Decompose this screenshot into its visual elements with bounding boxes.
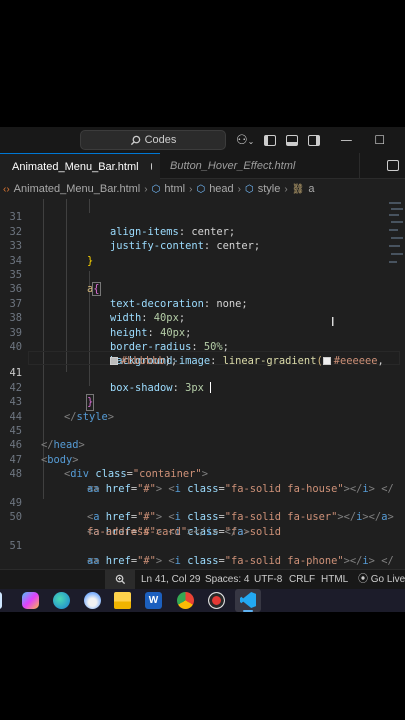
search-icon: [130, 135, 140, 145]
status-bar: Ln 41, Col 29 Spaces: 4 UTF-8 CRLF HTML …: [0, 569, 405, 590]
tab-animated-menu-bar[interactable]: Animated_Menu_Bar.html: [0, 153, 160, 179]
word-icon[interactable]: W: [145, 592, 162, 609]
selector-icon: ⛓: [291, 183, 305, 195]
code-line: 32 justify-content: center;: [0, 210, 405, 252]
code-line: 34: [0, 239, 405, 267]
chevron-right-icon: ›: [284, 183, 288, 195]
element-icon: ⬡: [196, 183, 206, 195]
code-line: 44: [0, 395, 405, 423]
code-line: fa-address-card"></i> </a>: [0, 510, 405, 538]
code-line: 39 border-radius: 50%;: [0, 311, 405, 353]
command-center-search[interactable]: Codes: [80, 130, 226, 150]
breadcrumb-item[interactable]: style: [258, 183, 281, 195]
code-line: 45 </head>: [0, 410, 405, 451]
cursor-position[interactable]: Ln 41, Col 29: [141, 570, 201, 590]
chevron-right-icon: ›: [189, 183, 193, 195]
tab-label: Animated_Menu_Bar.html: [12, 160, 139, 173]
vscode-icon: [240, 592, 256, 608]
breadcrumb-item[interactable]: a: [308, 183, 314, 195]
start-icon[interactable]: [0, 592, 2, 609]
vscode-window: Codes ⚇⌄ — ☐ Animated_Menu_Bar.html Butt…: [0, 127, 405, 612]
layout-controls: ⚇⌄ — ☐: [236, 127, 385, 153]
copilot-icon[interactable]: ⚇⌄: [236, 133, 254, 148]
code-line: 33 }: [0, 225, 405, 266]
broadcast-icon: ⦿: [358, 574, 368, 585]
code-line: 52 </div>: [0, 554, 405, 595]
code-line: 46 <body>: [0, 424, 405, 465]
edge-icon[interactable]: [53, 592, 70, 609]
line-ending[interactable]: CRLF: [289, 570, 315, 590]
windows-taskbar: W: [0, 589, 405, 612]
code-line: 43 </style>: [0, 381, 405, 422]
paint-icon[interactable]: [84, 592, 101, 609]
encoding[interactable]: UTF-8: [254, 570, 282, 590]
code-line: 42 }: [0, 366, 405, 411]
vscode-taskbar-button[interactable]: [235, 589, 261, 612]
code-line: 49 <a href="#"> <i class="fa-solid fa-us…: [0, 482, 405, 523]
element-icon: ⬡: [245, 183, 254, 195]
toggle-sidebar-icon[interactable]: [264, 134, 277, 146]
editor-tabs: Animated_Menu_Bar.html Button_Hover_Effe…: [0, 153, 405, 179]
minimize-button[interactable]: —: [340, 133, 352, 147]
element-icon: ⬡: [151, 183, 161, 195]
modified-dot-icon[interactable]: [150, 163, 152, 170]
code-line: 50 <a href="#"> <i class="fa-solid: [0, 496, 405, 537]
file-explorer-icon[interactable]: [114, 592, 131, 609]
chrome-icon[interactable]: [177, 592, 194, 609]
recorder-icon[interactable]: [208, 592, 225, 609]
code-line: 40 background-image: linear-gradient(#ee…: [0, 326, 405, 367]
chevron-right-icon: ›: [237, 183, 242, 195]
split-editor-icon[interactable]: [387, 160, 399, 171]
maximize-button[interactable]: ☐: [374, 133, 385, 147]
go-live-button[interactable]: ⦿ Go Live: [358, 570, 405, 590]
toggle-secondary-sidebar-icon[interactable]: [308, 134, 321, 146]
go-live-label: Go Live: [370, 574, 405, 585]
search-label: Codes: [144, 134, 177, 146]
code-line: 31 align-items: center;: [0, 196, 405, 237]
code-editor[interactable]: 31 align-items: center; 32 justify-conte…: [0, 196, 405, 595]
breadcrumb-item[interactable]: head: [209, 183, 233, 195]
code-line: 48 <a href="#"> <i class="fa-solid fa-ho…: [0, 453, 405, 494]
code-line: 41 box-shadow: 3px: [0, 352, 405, 394]
breadcrumb-item[interactable]: Animated_Menu_Bar.html: [14, 183, 141, 195]
title-bar: Codes ⚇⌄ — ☐: [0, 127, 405, 153]
code-line: 51 <a href="#"> <i class="fa-solid fa-ph…: [0, 525, 405, 566]
active-indicator: [243, 610, 253, 612]
code-line: a>: [0, 539, 405, 567]
code-line: 38 height: 40px;: [0, 297, 405, 338]
code-line: 47 <div class="container">: [0, 438, 405, 480]
code-line: a>: [0, 467, 405, 495]
chevron-right-icon: ›: [144, 183, 148, 195]
zoom-icon: [115, 574, 125, 585]
code-line: 35 a{: [0, 254, 405, 297]
code-line: 36 text-decoration: none;: [0, 268, 405, 309]
language-mode[interactable]: HTML: [321, 570, 348, 590]
tab-button-hover-effect[interactable]: Button_Hover_Effect.html: [160, 153, 360, 179]
zoom-button[interactable]: [105, 570, 135, 590]
mouse-ibeam-icon: I: [331, 315, 335, 329]
indentation[interactable]: Spaces: 4: [205, 570, 249, 590]
code-line: 37 width: 40px;: [0, 282, 405, 324]
tab-label: Button_Hover_Effect.html: [170, 160, 296, 172]
toggle-panel-icon[interactable]: [286, 134, 299, 146]
breadcrumb-item[interactable]: html: [164, 183, 185, 195]
html-file-icon: ‹›: [3, 183, 10, 195]
copilot-app-icon[interactable]: [22, 592, 39, 609]
